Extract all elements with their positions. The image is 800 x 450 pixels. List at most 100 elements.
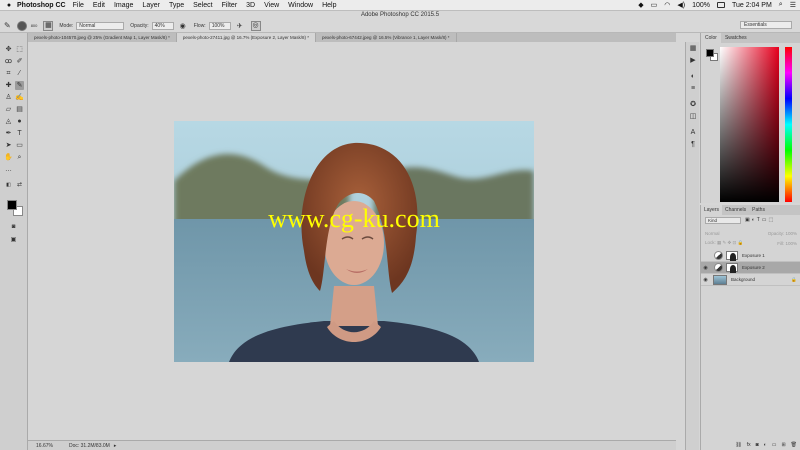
link-layers-icon[interactable]: ⛓ [735, 442, 741, 448]
history-panel-icon[interactable]: ▦ [688, 44, 698, 54]
layer-row-background[interactable]: ◉ Background 🔒 [701, 274, 800, 286]
pressure-size-icon[interactable]: ◎ [250, 20, 261, 31]
screen-mode-icon[interactable]: ▣ [9, 236, 18, 245]
document-tab-active[interactable]: pexels-photo-27411.jpg @ 16.7% (Exposure… [176, 33, 316, 42]
type-tool-icon[interactable]: T [15, 129, 24, 138]
hand-tool-icon[interactable]: ✋ [4, 153, 13, 162]
menu-help[interactable]: Help [322, 2, 336, 9]
status-menu-arrow-icon[interactable]: ▸ [114, 443, 117, 449]
layer-style-icon[interactable]: fx [747, 442, 751, 448]
battery-percent[interactable]: 100% [692, 2, 710, 9]
path-select-tool-icon[interactable]: ➤ [4, 141, 13, 150]
menu-select[interactable]: Select [193, 2, 212, 9]
new-adjustment-layer-icon[interactable]: ◐ [764, 442, 767, 448]
brush-tip-preview[interactable] [16, 20, 27, 31]
layer-row-exposure-2[interactable]: ◉ Exposure 2 [701, 262, 800, 274]
tab-color[interactable]: Color [701, 33, 721, 43]
lock-controls[interactable]: Lock: ▦ ✎ ✥ ⊡ 🔒 [705, 240, 743, 246]
tab-layers[interactable]: Layers [701, 205, 723, 215]
opacity-field[interactable]: 40% [151, 21, 174, 30]
history-brush-tool-icon[interactable]: ✍ [15, 93, 24, 102]
dropbox-icon[interactable]: ◆ [638, 1, 643, 9]
layer-filter-dropdown[interactable]: Kind [705, 217, 741, 224]
app-name-menu[interactable]: Photoshop CC [17, 2, 66, 9]
eye-icon[interactable]: ◉ [701, 277, 710, 283]
more-tools-icon[interactable]: … [4, 165, 13, 174]
hue-slider[interactable] [785, 47, 792, 202]
menu-filter[interactable]: Filter [222, 2, 238, 9]
brush-tool-icon[interactable]: ✎ [15, 81, 24, 90]
menu-file[interactable]: File [73, 2, 84, 9]
character-panel-icon[interactable]: A [688, 128, 698, 138]
paragraph-panel-icon[interactable]: ¶ [688, 140, 698, 150]
apple-icon[interactable]: ● [4, 2, 14, 9]
add-mask-icon[interactable]: ◙ [756, 442, 759, 448]
layer-mask-thumbnail[interactable] [726, 263, 738, 273]
blend-mode-dropdown[interactable]: Normal [705, 231, 720, 236]
marquee-tool-icon[interactable]: ⬚ [15, 45, 24, 54]
move-tool-icon[interactable]: ✥ [4, 45, 13, 54]
brush-tool-preset-icon[interactable]: ✎ [4, 21, 11, 30]
layer-row-exposure-1[interactable]: Exposure 1 [701, 250, 800, 262]
menu-layer[interactable]: Layer [142, 2, 160, 9]
flow-field[interactable]: 100% [208, 21, 231, 30]
document-tab[interactable]: pexels-photo-104570.jpeg @ 25% (Gradient… [28, 33, 177, 42]
volume-icon[interactable]: ◀) [677, 1, 685, 9]
menu-image[interactable]: Image [114, 2, 133, 9]
eyedropper-tool-icon[interactable]: ⁄ [15, 69, 24, 78]
fill-control[interactable]: Fill: 100% [777, 241, 797, 246]
brush-panel-icon[interactable]: ▦ [43, 20, 54, 31]
brush-size[interactable]: 800 [31, 23, 38, 28]
color-panel-foreground-swatch[interactable] [706, 49, 714, 57]
properties-panel-icon[interactable]: ≡ [688, 84, 698, 94]
tab-channels[interactable]: Channels [722, 205, 749, 215]
color-picker-field[interactable] [720, 47, 779, 202]
battery-icon[interactable] [716, 2, 725, 8]
workspace-dropdown[interactable]: Essentials [740, 21, 792, 29]
default-colors-icon[interactable]: ◧ [4, 181, 13, 190]
document-image[interactable]: www.cg-ku.com [174, 121, 534, 362]
blur-tool-icon[interactable]: ◬ [4, 117, 13, 126]
zoom-tool-icon[interactable]: ⌕ [15, 153, 24, 162]
doc-size[interactable]: Doc: 31.2M/83.0M [69, 443, 110, 449]
styles-panel-icon[interactable]: ◫ [688, 112, 698, 122]
mode-dropdown[interactable]: Normal [76, 21, 125, 30]
zoom-level[interactable]: 16.67% [36, 443, 53, 449]
new-layer-icon[interactable]: ⊞ [781, 442, 785, 448]
airplay-icon[interactable]: ▭ [651, 1, 658, 9]
swap-colors-icon[interactable]: ⇄ [15, 181, 24, 190]
airbrush-icon[interactable]: ✈ [237, 22, 243, 30]
quick-mask-icon[interactable]: ◙ [9, 223, 18, 232]
clock[interactable]: Tue 2:04 PM [732, 2, 772, 9]
eraser-tool-icon[interactable]: ▱ [4, 105, 13, 114]
canvas-area[interactable]: www.cg-ku.com [28, 42, 676, 442]
layer-mask-thumbnail[interactable] [726, 251, 738, 261]
quick-select-tool-icon[interactable]: ✐ [15, 57, 24, 66]
adjustments-panel-icon[interactable]: ◐ [688, 72, 698, 82]
actions-panel-icon[interactable]: ▶ [688, 56, 698, 66]
gradient-tool-icon[interactable]: ▤ [15, 105, 24, 114]
wifi-icon[interactable]: ◠ [664, 1, 670, 9]
libraries-panel-icon[interactable]: ✪ [688, 100, 698, 110]
filter-type-icons[interactable]: ▣◐T▭⬚ [745, 217, 775, 223]
healing-brush-tool-icon[interactable]: ✚ [4, 81, 13, 90]
pressure-opacity-icon[interactable]: ◉ [180, 22, 186, 30]
tab-swatches[interactable]: Swatches [721, 33, 751, 43]
dodge-tool-icon[interactable]: ● [15, 117, 24, 126]
document-tab[interactable]: pexels-photo-67442.jpeg @ 16.5% (Vibranc… [316, 33, 457, 42]
clone-stamp-tool-icon[interactable]: ♙ [4, 93, 13, 102]
eye-icon[interactable]: ◉ [701, 265, 710, 271]
menu-view[interactable]: View [264, 2, 279, 9]
pen-tool-icon[interactable]: ✒ [4, 129, 13, 138]
tab-paths[interactable]: Paths [749, 205, 768, 215]
menu-3d[interactable]: 3D [246, 2, 255, 9]
lasso-tool-icon[interactable]: ꝏ [4, 57, 13, 66]
notification-center-icon[interactable]: ☰ [790, 1, 796, 9]
foreground-color-swatch[interactable] [7, 200, 17, 210]
rectangle-tool-icon[interactable]: ▭ [15, 141, 24, 150]
new-group-icon[interactable]: ▭ [772, 442, 777, 448]
delete-layer-icon[interactable]: 🗑 [791, 442, 797, 448]
crop-tool-icon[interactable]: ⌗ [4, 69, 13, 78]
menu-window[interactable]: Window [288, 2, 313, 9]
opacity-control[interactable]: Opacity: 100% [768, 231, 797, 236]
